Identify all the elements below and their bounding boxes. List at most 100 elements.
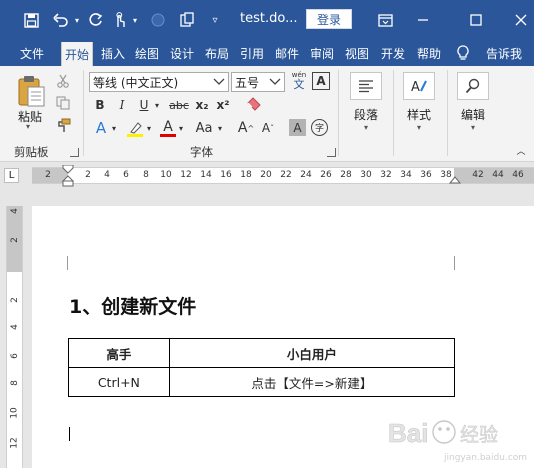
save-icon[interactable] <box>20 0 42 40</box>
copy-icon[interactable] <box>54 94 72 112</box>
ruler-tick: 10 <box>160 170 172 180</box>
touch-dropdown-icon[interactable]: ▾ <box>130 0 140 40</box>
subscript-button[interactable]: x₂ <box>193 96 211 114</box>
bold-button[interactable]: B <box>92 96 108 114</box>
tab-draw[interactable]: 绘图 <box>131 40 163 66</box>
tab-layout[interactable]: 布局 <box>201 40 233 66</box>
tab-references[interactable]: 引用 <box>236 40 268 66</box>
clipboard-group-label: 剪贴板 <box>14 145 49 159</box>
underline-dropdown-icon[interactable]: ▾ <box>152 98 162 112</box>
highlight-dropdown-icon[interactable]: ▾ <box>145 122 153 134</box>
ruler-tick: 32 <box>380 170 392 180</box>
tab-help[interactable]: 帮助 <box>413 40 445 66</box>
redo-icon[interactable] <box>86 0 106 40</box>
shrink-font-icon[interactable]: Aˇ <box>259 118 277 138</box>
touch-mode-icon[interactable] <box>110 0 130 40</box>
group-separator <box>393 70 394 156</box>
right-indent-icon[interactable] <box>448 174 462 185</box>
customize-icon[interactable]: ▿ <box>206 0 224 40</box>
document-title: test.do... <box>240 11 298 26</box>
font-name-combo[interactable]: 等线 (中文正文) <box>89 72 229 92</box>
tab-file[interactable]: 文件 <box>10 40 54 66</box>
circle-icon[interactable] <box>148 0 168 40</box>
table-header-cell[interactable]: 小白用户 <box>168 338 456 368</box>
enclose-characters-icon[interactable]: 字 <box>311 119 328 136</box>
undo-icon[interactable] <box>50 0 72 40</box>
document-heading[interactable]: 1、创建新文件 <box>69 292 196 319</box>
svg-text:jingyan.baidu.com: jingyan.baidu.com <box>443 453 527 463</box>
change-case-dropdown-icon[interactable]: ▾ <box>216 122 224 134</box>
group-separator <box>338 70 339 156</box>
table-cell[interactable]: 点击【文件=>新建】 <box>168 367 456 397</box>
table-cell[interactable]: Ctrl+N <box>68 367 170 397</box>
format-painter-icon[interactable] <box>54 116 72 134</box>
crop-mark-top-right <box>454 256 455 270</box>
paragraph-button[interactable]: 段落 ▾ <box>346 72 386 132</box>
phonetic-bottom: 文 <box>293 78 305 91</box>
tab-home[interactable]: 开始 <box>61 42 93 66</box>
grow-font-icon[interactable]: A ^ <box>237 118 255 138</box>
vruler-tick: 12 <box>9 437 20 449</box>
ruler-tick: 4 <box>104 170 110 180</box>
character-shading-icon[interactable]: A <box>289 119 306 136</box>
search-icon <box>457 72 489 100</box>
tab-insert[interactable]: 插入 <box>97 40 129 66</box>
clipboard-launcher-icon[interactable] <box>70 148 79 157</box>
character-border-icon[interactable]: A <box>312 72 330 90</box>
chevron-down-icon: ▾ <box>470 123 475 132</box>
font-size-combo[interactable]: 五号 <box>231 72 285 92</box>
lightbulb-icon[interactable] <box>452 40 474 66</box>
superscript-button[interactable]: x² <box>214 96 232 114</box>
tab-design[interactable]: 设计 <box>166 40 198 66</box>
underline-button[interactable]: U <box>136 96 152 114</box>
maximize-icon[interactable] <box>465 0 487 40</box>
ruler-tick: 24 <box>300 170 312 180</box>
font-color-icon[interactable]: A <box>158 116 178 140</box>
ruler-tick: 14 <box>200 170 212 180</box>
document-table[interactable]: 高手 小白用户 Ctrl+N 点击【文件=>新建】 <box>68 338 456 397</box>
ribbon-display-icon[interactable] <box>374 0 396 40</box>
highlight-icon[interactable] <box>124 118 146 140</box>
horizontal-ruler[interactable]: 2 2 4 6 8 10 12 14 16 18 20 22 24 26 28 … <box>32 165 534 187</box>
tab-view[interactable]: 视图 <box>341 40 373 66</box>
tab-selector[interactable]: L <box>4 168 19 183</box>
change-case-button[interactable]: Aa <box>192 118 216 138</box>
text-effects-icon[interactable]: A <box>92 118 110 138</box>
title-bar: ▾ ▾ ▿ test.do... 登录 <box>0 0 534 40</box>
clipboard-icon[interactable] <box>176 0 198 40</box>
collapse-ribbon-icon[interactable]: ︿ <box>514 144 528 157</box>
vertical-ruler[interactable]: 4 2 2 4 6 8 10 12 <box>6 206 23 468</box>
close-icon[interactable] <box>510 0 532 40</box>
tab-mailings[interactable]: 邮件 <box>271 40 303 66</box>
ruler-tick: 8 <box>143 170 149 180</box>
undo-dropdown-icon[interactable]: ▾ <box>72 0 82 40</box>
styles-label: 样式 <box>406 108 431 122</box>
styles-button[interactable]: A 样式 ▾ <box>399 72 439 132</box>
indent-markers-icon[interactable] <box>61 165 75 187</box>
font-group-label: 字体 <box>190 145 213 159</box>
tab-developer[interactable]: 开发 <box>376 40 410 66</box>
styles-icon: A <box>403 72 435 100</box>
ruler-tick: 18 <box>240 170 252 180</box>
svg-text:Bai: Bai <box>388 418 428 448</box>
paste-icon[interactable] <box>14 74 48 108</box>
tab-tell-me[interactable]: 告诉我 <box>480 40 528 66</box>
font-size-value: 五号 <box>235 75 260 90</box>
tab-review[interactable]: 审阅 <box>306 40 338 66</box>
login-button[interactable]: 登录 <box>306 9 352 29</box>
clear-formatting-icon[interactable] <box>244 94 264 114</box>
table-header-cell[interactable]: 高手 <box>68 338 170 368</box>
editing-button[interactable]: 编辑 ▾ <box>453 72 493 132</box>
paragraph-icon <box>350 72 382 100</box>
phonetic-guide-icon[interactable]: wén 文 <box>289 70 309 92</box>
font-launcher-icon[interactable] <box>327 148 336 157</box>
paste-dropdown-icon[interactable]: ▾ <box>26 122 30 131</box>
italic-button[interactable]: I <box>114 96 130 114</box>
font-color-dropdown-icon[interactable]: ▾ <box>177 122 185 134</box>
text-effects-dropdown-icon[interactable]: ▾ <box>110 122 118 134</box>
ruler-tick: 26 <box>320 170 332 180</box>
cut-icon[interactable] <box>54 72 72 90</box>
ruler-tick: 36 <box>420 170 432 180</box>
strikethrough-button[interactable]: abc <box>166 96 192 114</box>
minimize-icon[interactable] <box>412 0 434 40</box>
